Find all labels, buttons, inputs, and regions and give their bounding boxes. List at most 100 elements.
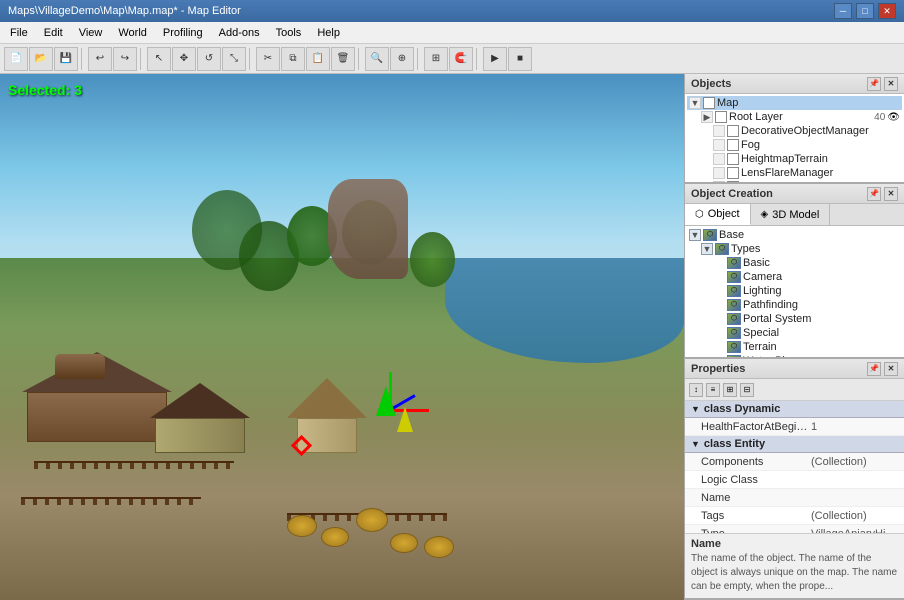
minimize-button[interactable]: ─ [834,3,852,19]
toolbar-open[interactable]: 📂 [29,47,53,71]
creation-tree-node-4[interactable]: ⬡ Lighting [687,284,902,298]
cone-1 [376,386,396,416]
toolbar-zoom-fit[interactable]: 🔍 [365,47,389,71]
prop-row-1-4[interactable]: Type VillageApiaryHive (Dynamic) [685,525,904,533]
creation-tab-object[interactable]: ⬡Object [685,204,751,225]
c-expand-0[interactable]: ▼ [689,229,701,241]
toolbar-grid[interactable]: ⊞ [424,47,448,71]
visibility-icon-1[interactable]: 👁 [887,112,900,123]
toolbar-move[interactable]: ✥ [172,47,196,71]
creation-tree-node-2[interactable]: ⬡ Basic [687,256,902,270]
toolbar-zoom-sel[interactable]: ⊕ [390,47,414,71]
creation-tree-node-7[interactable]: ⬡ Special [687,326,902,340]
toolbar-cut[interactable]: ✂ [256,47,280,71]
creation-tree-node-0[interactable]: ▼ ⬡ Base [687,228,902,242]
toolbar-snap[interactable]: 🧲 [449,47,473,71]
objects-tree-node-6[interactable]: MapCompositorManager [687,180,902,182]
prop-row-0-0[interactable]: HealthFactorAtBeginning 1 [685,418,904,436]
properties-panel-header[interactable]: Properties 📌 ✕ [685,359,904,379]
creation-tree[interactable]: ▼ ⬡ Base ▼ ⬡ Types ⬡ Basic ⬡ Camera ⬡ Li… [685,226,904,357]
hay-bale-4 [390,533,418,553]
objects-tree-node-2[interactable]: DecorativeObjectManager [687,124,902,138]
menu-item-view[interactable]: View [71,22,111,44]
creation-tree-node-5[interactable]: ⬡ Pathfinding [687,298,902,312]
prop-value-1-3[interactable]: (Collection) [811,510,898,522]
toolbar-save[interactable]: 💾 [54,47,78,71]
props-close-icon[interactable]: ✕ [884,362,898,376]
toolbar-paste[interactable]: 📋 [306,47,330,71]
viewport[interactable]: Selected: 3 [0,74,684,600]
creation-tree-node-9[interactable]: ⬡ Water Plane [687,354,902,357]
menu-item-help[interactable]: Help [309,22,348,44]
expand-btn-3[interactable] [713,139,725,151]
toolbar-redo[interactable]: ↪ [113,47,137,71]
toolbar-scale[interactable]: ⤡ [222,47,246,71]
checkbox-4[interactable] [727,153,739,165]
objects-tree-node-0[interactable]: ▼ Map [687,96,902,110]
creation-pin-icon[interactable]: 📌 [867,187,881,201]
prop-row-1-3[interactable]: Tags (Collection) [685,507,904,525]
menu-item-world[interactable]: World [110,22,155,44]
menu-item-add-ons[interactable]: Add-ons [211,22,268,44]
toolbar-play[interactable]: ▶ [483,47,507,71]
toolbar-select[interactable]: ↖ [147,47,171,71]
prop-value-0-0[interactable]: 1 [811,421,898,433]
c-expand-1[interactable]: ▼ [701,243,713,255]
window-controls: ─ □ ✕ [834,3,896,19]
creation-tree-node-1[interactable]: ▼ ⬡ Types [687,242,902,256]
checkbox-3[interactable] [727,139,739,151]
toolbar-new[interactable]: 📄 [4,47,28,71]
objects-tree-node-1[interactable]: ▶ Root Layer 40 👁 [687,110,902,124]
c-type-icon-5: ⬡ [727,299,741,311]
checkbox-6[interactable] [727,181,739,182]
toolbar-stop[interactable]: ■ [508,47,532,71]
objects-tree-content[interactable]: ▼ Map ▶ Root Layer 40 👁 DecorativeObject… [685,94,904,182]
menu-item-tools[interactable]: Tools [268,22,310,44]
checkbox-2[interactable] [727,125,739,137]
creation-panel-header[interactable]: Object Creation 📌 ✕ [685,184,904,204]
expand-btn-6[interactable] [713,181,725,182]
prop-section-0[interactable]: ▼class Dynamic [685,401,904,418]
expand-btn-4[interactable] [713,153,725,165]
checkbox-1[interactable] [715,111,727,123]
props-pin-icon[interactable]: 📌 [867,362,881,376]
props-collapse-icon[interactable]: ⊟ [740,383,754,397]
props-sort-icon[interactable]: ↕ [689,383,703,397]
checkbox-0[interactable] [703,97,715,109]
tab-label-1: 3D Model [772,209,819,221]
expand-btn-1[interactable]: ▶ [701,111,713,123]
objects-tree-node-3[interactable]: Fog [687,138,902,152]
maximize-button[interactable]: □ [856,3,874,19]
menu-item-profiling[interactable]: Profiling [155,22,211,44]
prop-row-1-2[interactable]: Name [685,489,904,507]
prop-row-1-0[interactable]: Components (Collection) [685,453,904,471]
expand-btn-5[interactable] [713,167,725,179]
expand-btn-2[interactable] [713,125,725,137]
creation-tab-3d-model[interactable]: ◈3D Model [751,204,831,225]
prop-section-1[interactable]: ▼class Entity [685,436,904,453]
close-button[interactable]: ✕ [878,3,896,19]
props-filter-icon[interactable]: ≡ [706,383,720,397]
objects-tree-node-5[interactable]: LensFlareManager [687,166,902,180]
creation-tree-node-3[interactable]: ⬡ Camera [687,270,902,284]
prop-value-1-0[interactable]: (Collection) [811,456,898,468]
toolbar-rotate[interactable]: ↺ [197,47,221,71]
objects-panel-header[interactable]: Objects 📌 ✕ [685,74,904,94]
props-expand-icon[interactable]: ⊞ [723,383,737,397]
objects-pin-icon[interactable]: 📌 [867,77,881,91]
toolbar-undo[interactable]: ↩ [88,47,112,71]
objects-close-icon[interactable]: ✕ [884,77,898,91]
tree-label-2: DecorativeObjectManager [741,125,869,137]
menu-item-file[interactable]: File [2,22,36,44]
properties-content[interactable]: ▼class Dynamic HealthFactorAtBeginning 1… [685,401,904,533]
menu-item-edit[interactable]: Edit [36,22,71,44]
prop-row-1-1[interactable]: Logic Class [685,471,904,489]
toolbar-delete[interactable]: 🗑 [331,47,355,71]
expand-btn-0[interactable]: ▼ [689,97,701,109]
creation-tree-node-6[interactable]: ⬡ Portal System [687,312,902,326]
objects-tree-node-4[interactable]: HeightmapTerrain [687,152,902,166]
creation-tree-node-8[interactable]: ⬡ Terrain [687,340,902,354]
toolbar-copy[interactable]: ⧉ [281,47,305,71]
creation-close-icon[interactable]: ✕ [884,187,898,201]
checkbox-5[interactable] [727,167,739,179]
